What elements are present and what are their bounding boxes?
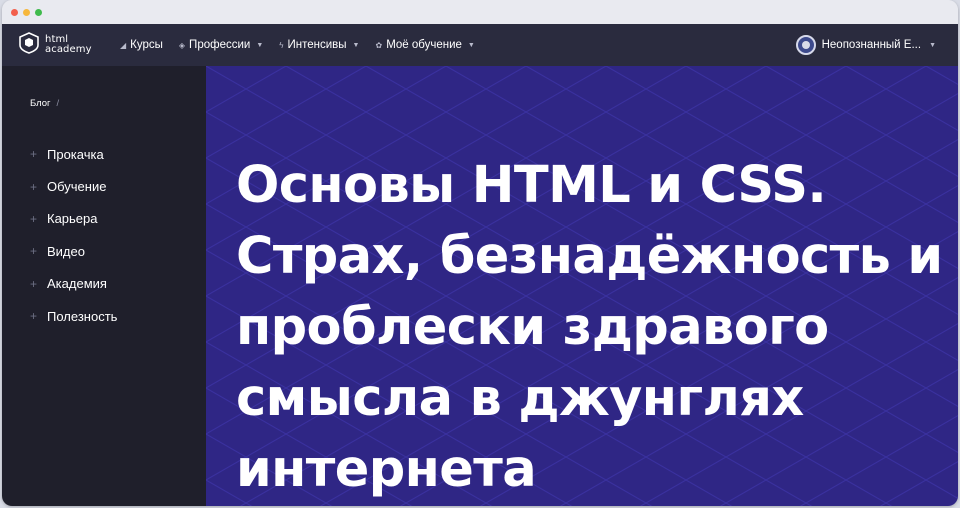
user-menu[interactable]: Неопознанный Е... ▼ bbox=[795, 35, 936, 55]
plus-icon: + bbox=[30, 244, 38, 259]
browser-window: html academy ◢ Курсы ◈ Профессии ▼ ϟ Инт… bbox=[2, 0, 958, 506]
blog-sidebar: Блог / + Прокачка + Обучение + Карьера + Виде… bbox=[2, 66, 206, 506]
my-learning-icon: ✿ bbox=[375, 40, 383, 50]
minimize-window-dot[interactable] bbox=[23, 8, 30, 16]
sidebar-item-poleznost[interactable]: + Полезность bbox=[30, 300, 117, 332]
chevron-down-icon: ▼ bbox=[256, 41, 264, 49]
window-titlebar bbox=[2, 0, 958, 24]
professions-icon: ◈ bbox=[178, 40, 186, 50]
sidebar-item-label: Полезность bbox=[47, 308, 118, 324]
nav-courses-label: Курсы bbox=[130, 39, 163, 51]
chevron-down-icon: ▼ bbox=[929, 41, 936, 49]
top-navigation: html academy ◢ Курсы ◈ Профессии ▼ ϟ Инт… bbox=[2, 24, 958, 66]
nav-intensives-label: Интенсивы bbox=[287, 39, 347, 51]
html-academy-shield-icon bbox=[18, 31, 40, 59]
breadcrumb: Блог / bbox=[30, 98, 59, 109]
lightning-icon: ϟ bbox=[279, 40, 284, 50]
maximize-window-dot[interactable] bbox=[35, 8, 42, 16]
sidebar-item-akademiya[interactable]: + Академия bbox=[30, 268, 117, 300]
logo-text: html academy bbox=[45, 35, 92, 55]
sidebar-item-obuchenie[interactable]: + Обучение bbox=[30, 170, 117, 202]
plus-icon: + bbox=[30, 309, 38, 324]
site-logo[interactable]: html academy bbox=[18, 31, 110, 59]
sidebar-item-video[interactable]: + Видео bbox=[30, 235, 117, 267]
user-name: Неопознанный Е... bbox=[821, 39, 922, 51]
sidebar-menu: + Прокачка + Обучение + Карьера + Видео + Ака… bbox=[30, 138, 117, 332]
logo-line-2: academy bbox=[45, 44, 92, 55]
close-window-dot[interactable] bbox=[11, 8, 18, 16]
main-menu: ◢ Курсы ◈ Профессии ▼ ϟ Интенсивы ▼ ✿ Мо… bbox=[120, 39, 491, 51]
sidebar-item-label: Видео bbox=[47, 243, 85, 259]
plus-icon: + bbox=[30, 211, 38, 226]
sidebar-item-label: Академия bbox=[47, 276, 107, 292]
breadcrumb-separator: / bbox=[56, 98, 60, 109]
plus-icon: + bbox=[30, 147, 38, 162]
nav-courses[interactable]: ◢ Курсы bbox=[120, 39, 163, 51]
sidebar-item-label: Обучение bbox=[47, 179, 107, 195]
plus-icon: + bbox=[30, 276, 38, 291]
sidebar-item-prokachka[interactable]: + Прокачка bbox=[30, 138, 117, 170]
breadcrumb-blog-link[interactable]: Блог bbox=[30, 98, 51, 109]
avatar bbox=[795, 35, 816, 55]
sidebar-item-karera[interactable]: + Карьера bbox=[30, 203, 117, 235]
chevron-down-icon: ▼ bbox=[352, 41, 360, 49]
nav-my-learning[interactable]: ✿ Моё обучение ▼ bbox=[375, 39, 474, 51]
nav-professions-label: Профессии bbox=[189, 39, 251, 51]
sidebar-item-label: Прокачка bbox=[47, 146, 104, 162]
courses-icon: ◢ bbox=[120, 40, 127, 50]
nav-intensives[interactable]: ϟ Интенсивы ▼ bbox=[279, 39, 359, 51]
article-hero: Основы HTML и CSS. Страх, безнадёжность … bbox=[206, 66, 958, 506]
nav-professions[interactable]: ◈ Профессии ▼ bbox=[179, 39, 263, 51]
plus-icon: + bbox=[30, 179, 38, 194]
article-title: Основы HTML и CSS. Страх, безнадёжность … bbox=[236, 156, 943, 499]
sidebar-item-label: Карьера bbox=[47, 211, 98, 227]
chevron-down-icon: ▼ bbox=[467, 41, 475, 49]
nav-my-learning-label: Моё обучение bbox=[386, 39, 462, 51]
